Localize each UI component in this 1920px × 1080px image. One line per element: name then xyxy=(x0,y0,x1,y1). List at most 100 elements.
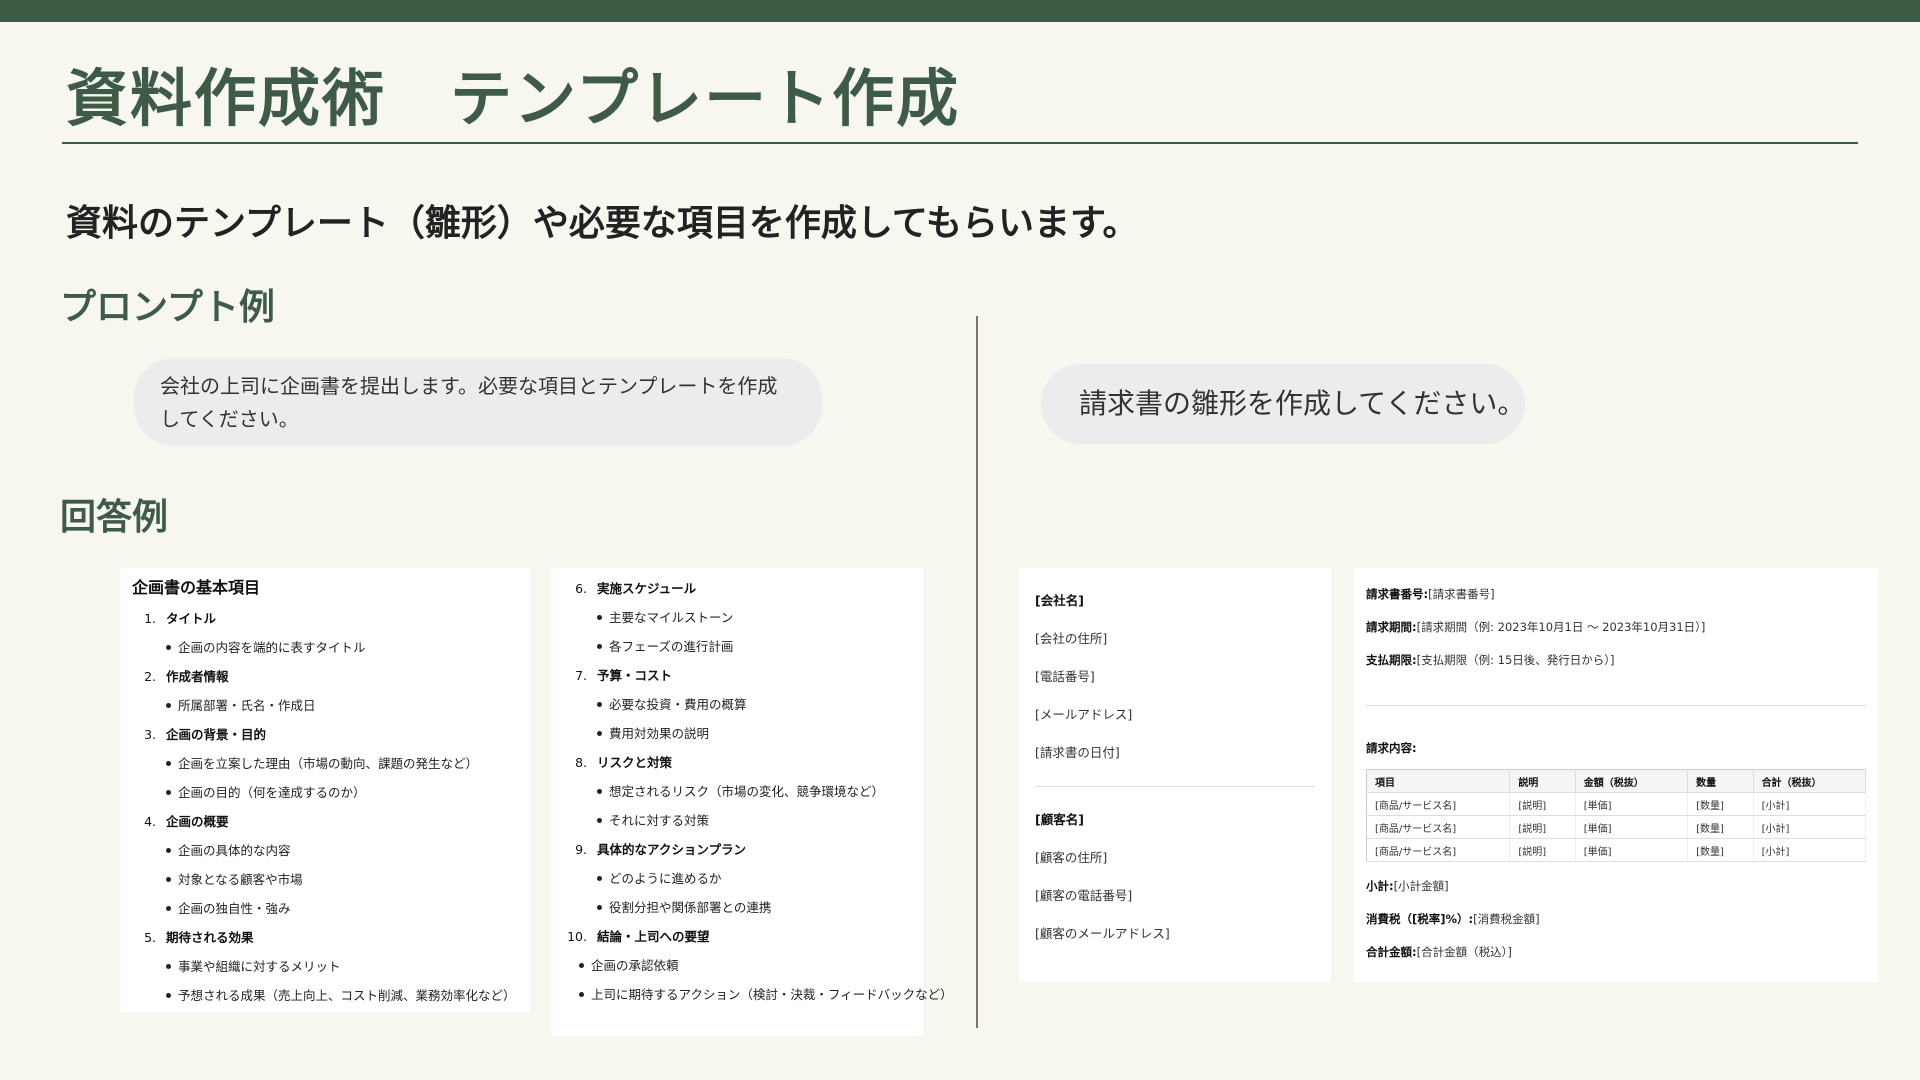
plan-section-label: 実施スケジュール xyxy=(597,581,697,596)
table-cell: [単価] xyxy=(1575,815,1689,839)
plan-section-number: 1. xyxy=(144,611,156,626)
invoice-due-value: [支払期限（例: 15日後、発行日から）] xyxy=(1416,653,1615,667)
prompt-bubble-invoice: 請求書の雛形を作成してください。 xyxy=(1041,364,1525,444)
plan-section-heading: 4. 企画の概要 xyxy=(132,807,518,836)
table-header-cell: 金額（税抜） xyxy=(1575,769,1689,793)
invoice-number-value: [請求書番号] xyxy=(1428,587,1495,601)
table-cell: [数量] xyxy=(1687,815,1754,839)
table-cell: [単価] xyxy=(1575,792,1689,816)
plan-section-heading: 10. 結論・上司への要望 xyxy=(563,922,911,951)
plan-bullet-item: 役割分担や関係部署との連携 xyxy=(563,893,911,922)
plan-bullet-item: 事業や組織に対するメリット xyxy=(132,952,518,981)
plan-section-label: 作成者情報 xyxy=(166,669,229,684)
plan-bullet-item: 企画の具体的な内容 xyxy=(132,836,518,865)
plan-bullet-item: 対象となる顧客や市場 xyxy=(132,865,518,894)
invoice-period-line: 請求期間:[請求期間（例: 2023年10月1日 ～ 2023年10月31日）] xyxy=(1366,611,1866,644)
plan-section-label: 予算・コスト xyxy=(597,668,673,683)
table-cell: [数量] xyxy=(1687,792,1754,816)
table-cell: [小計] xyxy=(1753,838,1867,862)
invoice-detail-card: 請求書番号:[請求書番号] 請求期間:[請求期間（例: 2023年10月1日 ～… xyxy=(1354,568,1878,982)
plan-section-heading: 8. リスクと対策 xyxy=(563,748,911,777)
plan-section-heading: 6. 実施スケジュール xyxy=(563,574,911,603)
plan-bullet-item: 各フェーズの進行計画 xyxy=(563,632,911,661)
plan-bullet-item: 予想される成果（売上向上、コスト削減、業務効率化など） xyxy=(132,981,518,1010)
table-cell: [単価] xyxy=(1575,838,1689,862)
invoice-content-label: 請求内容: xyxy=(1366,741,1417,755)
plan-list-col1: 1. タイトル 企画の内容を端的に表すタイトル 2. 作成者情報 所属部署・氏名・作成日 3… xyxy=(132,604,518,1010)
table-cell: [説明] xyxy=(1509,815,1576,839)
invoice-sender-card: [会社名] [会社の住所] [電話番号] [メールアドレス] [請求書の日付] [顧客… xyxy=(1019,568,1331,982)
plan-section-number: 3. xyxy=(144,727,156,742)
plan-answer-card-1: 企画書の基本項目 1. タイトル 企画の内容を端的に表すタイトル 2. 作成者情報所属部… xyxy=(120,568,530,1012)
plan-section-number: 4. xyxy=(144,814,156,829)
plan-section-number: 2. xyxy=(144,669,156,684)
company-name: [会社名] xyxy=(1035,593,1084,608)
customer-detail-line: [顧客のメールアドレス] xyxy=(1035,926,1170,941)
plan-bullet-item: 想定されるリスク（市場の変化、競争環境など） xyxy=(563,777,911,806)
subtotal-label: 小計: xyxy=(1366,879,1394,893)
plan-bullet-item: 企画の内容を端的に表すタイトル xyxy=(132,633,518,662)
invoice-items-table: 項目 説明 金額（税抜） 数量 合計（税抜） [商品/サービス名] [説明] [単価] [数量… xyxy=(1366,769,1867,862)
invoice-content-line: 請求内容: xyxy=(1366,732,1866,765)
total-line: 合計金額:[合計金額（税込）] xyxy=(1366,936,1866,969)
plan-bullet-item: 上司に期待するアクション（検討・決裁・フィードバックなど） xyxy=(563,980,953,1009)
table-cell: [小計] xyxy=(1753,792,1867,816)
title-underline xyxy=(62,142,1858,144)
page-title: 資料作成術 テンプレート作成 xyxy=(66,62,961,135)
invoice-number-line: 請求書番号:[請求書番号] xyxy=(1366,578,1866,611)
table-header-cell: 項目 xyxy=(1366,769,1511,793)
plan-section-label: 期待される効果 xyxy=(166,930,254,945)
table-cell: [説明] xyxy=(1509,838,1576,862)
prompt-example-label: プロンプト例 xyxy=(60,287,275,328)
invoice-number-label: 請求書番号: xyxy=(1366,587,1429,601)
plan-section-heading: 7. 予算・コスト xyxy=(563,661,911,690)
plan-section-label: 具体的なアクションプラン xyxy=(597,842,747,857)
plan-bullet-item: 企画を立案した理由（市場の動向、課題の発生など） xyxy=(132,749,518,778)
plan-card-title: 企画書の基本項目 xyxy=(132,578,261,597)
table-header-row: 項目 説明 金額（税抜） 数量 合計（税抜） xyxy=(1366,769,1867,793)
plan-bullet-item: 企画の独自性・強み xyxy=(132,894,518,923)
plan-section-heading: 1. タイトル xyxy=(132,604,518,633)
plan-bullet-item: 費用対効果の説明 xyxy=(563,719,911,748)
company-detail-line: [電話番号] xyxy=(1035,669,1095,684)
top-accent-bar xyxy=(0,0,1920,22)
subtotal-value: [小計金額] xyxy=(1393,879,1449,893)
table-row: [商品/サービス名] [説明] [単価] [数量] [小計] xyxy=(1366,792,1867,816)
plan-bullet-item: どのように進めるか xyxy=(563,864,911,893)
company-detail-line: [会社の住所] xyxy=(1035,631,1108,646)
plan-section-label: リスクと対策 xyxy=(597,755,673,770)
plan-bullet-item: 所属部署・氏名・作成日 xyxy=(132,691,518,720)
plan-bullet-item: 企画の承認依頼 xyxy=(563,951,911,980)
page-subtitle: 資料のテンプレート（雛形）や必要な項目を作成してもらいます。 xyxy=(66,203,1139,244)
plan-bullet-item: 主要なマイルストーン xyxy=(563,603,911,632)
plan-bullet-item: それに対する対策 xyxy=(563,806,911,835)
subtotal-line: 小計:[小計金額] xyxy=(1366,870,1866,903)
plan-section-heading: 3. 企画の背景・目的 xyxy=(132,720,518,749)
tax-value: [消費税金額] xyxy=(1473,912,1540,926)
divider xyxy=(1366,705,1866,706)
plan-answer-card-2: 6. 実施スケジュール 主要なマイルストーン 各フェーズの進行計画 7. 予算・コスト 必要… xyxy=(551,568,953,1036)
total-label: 合計金額: xyxy=(1366,945,1417,959)
plan-section-number: 10. xyxy=(567,929,587,944)
table-cell: [商品/サービス名] xyxy=(1366,815,1511,839)
plan-section-label: 結論・上司への要望 xyxy=(597,929,710,944)
tax-line: 消費税（[税率]%）:[消費税金額] xyxy=(1366,903,1866,936)
prompt-bubble-plan: 会社の上司に企画書を提出します。必要な項目とテンプレートを作成してください。 xyxy=(134,358,822,446)
plan-section-number: 5. xyxy=(144,930,156,945)
company-detail-line: [メールアドレス] xyxy=(1035,707,1133,722)
table-header-cell: 説明 xyxy=(1509,769,1576,793)
table-cell: [商品/サービス名] xyxy=(1366,792,1511,816)
plan-section-number: 6. xyxy=(575,581,587,596)
invoice-period-value: [請求期間（例: 2023年10月1日 ～ 2023年10月31日）] xyxy=(1416,620,1706,634)
invoice-due-line: 支払期限:[支払期限（例: 15日後、発行日から）] xyxy=(1366,644,1866,677)
table-body: [商品/サービス名] [説明] [単価] [数量] [小計] [商品/サービス名] [説明]… xyxy=(1366,792,1867,862)
customer-detail-line: [顧客の住所] xyxy=(1035,850,1108,865)
plan-section-heading: 2. 作成者情報 xyxy=(132,662,518,691)
company-detail-line: [請求書の日付] xyxy=(1035,745,1120,760)
plan-list-col2: 6. 実施スケジュール 主要なマイルストーン 各フェーズの進行計画 7. 予算・コスト 必要… xyxy=(563,574,911,951)
tax-label: 消費税（[税率]%）: xyxy=(1366,912,1474,926)
table-cell: [小計] xyxy=(1753,815,1867,839)
invoice-due-label: 支払期限: xyxy=(1366,653,1417,667)
plan-bullet-item: 企画の目的（何を達成するのか） xyxy=(132,778,518,807)
customer-details: [顧客の住所] [顧客の電話番号] [顧客のメールアドレス] xyxy=(1035,839,1315,953)
